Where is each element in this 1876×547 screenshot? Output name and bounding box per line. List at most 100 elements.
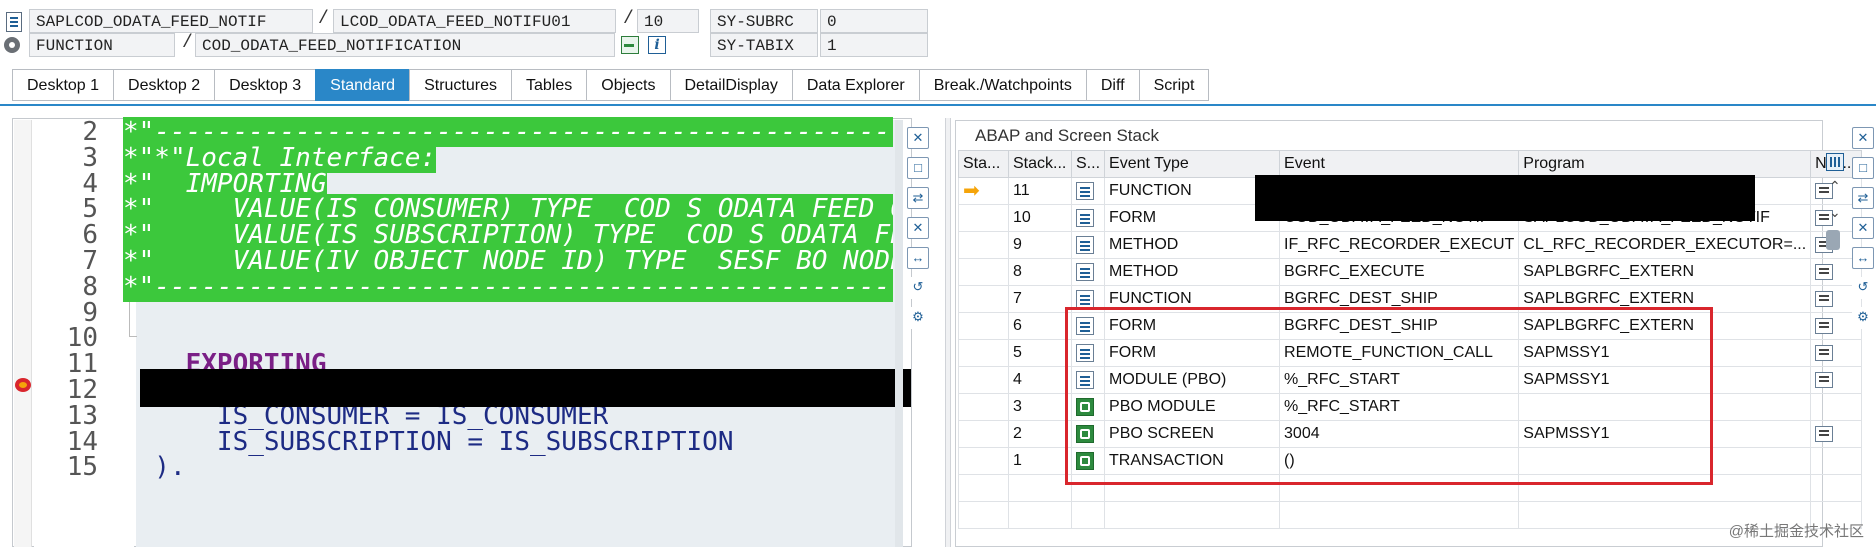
scroll-down-icon[interactable]: ⌄: [1829, 204, 1841, 221]
close-icon[interactable]: ✕: [1852, 127, 1874, 149]
tab-diff[interactable]: Diff: [1085, 69, 1140, 101]
scroll-up-icon[interactable]: ⌃: [1829, 178, 1841, 195]
tool-change-icon[interactable]: ↺: [907, 277, 929, 299]
new-window-icon[interactable]: □: [907, 157, 929, 179]
current-marker-cell: [958, 258, 1009, 286]
tab-standard[interactable]: Standard: [315, 69, 411, 101]
event-name-field[interactable]: COD_ODATA_FEED_NOTIFICATION: [195, 33, 615, 57]
stack-nav-cell: [1810, 393, 1863, 421]
tab-data-explorer[interactable]: Data Explorer: [791, 69, 920, 101]
current-marker-cell: [958, 420, 1009, 448]
navigate-icon[interactable]: [1815, 425, 1834, 442]
breakpoint-icon[interactable]: [15, 378, 31, 392]
path-separator: /: [623, 9, 634, 29]
stack-type[interactable]: FORM: [1104, 204, 1281, 232]
watermark: @稀土掘金技术社区: [1728, 523, 1864, 540]
current-marker-cell: ➡: [958, 177, 1009, 205]
new-window-icon[interactable]: □: [1852, 157, 1874, 179]
sysvar-value-2[interactable]: 1: [820, 33, 928, 57]
stack-toolbar: ✕ □ ⇄ ✕ ↔ ↺ ⚙: [1847, 127, 1876, 337]
column-header[interactable]: Stack...: [1008, 150, 1072, 178]
stack-type-icon-cell: [1070, 231, 1106, 259]
empty-cell: [1070, 501, 1106, 529]
source-code-icon: [1076, 262, 1094, 281]
navigate-icon[interactable]: [1815, 263, 1834, 280]
navigate-icon[interactable]: [1815, 290, 1834, 307]
tool-change-icon[interactable]: ↺: [1852, 277, 1874, 299]
close-icon[interactable]: ✕: [907, 127, 929, 149]
stack-nav-cell: [1810, 339, 1863, 367]
current-marker-cell: [958, 204, 1009, 232]
stack-type-icon-cell: [1070, 258, 1106, 286]
stack-depth: 3: [1008, 393, 1072, 421]
info-icon[interactable]: i: [648, 36, 666, 54]
tab-detaildisplay[interactable]: DetailDisplay: [669, 69, 793, 101]
stack-depth[interactable]: 8: [1008, 258, 1072, 286]
tab-desktop-3[interactable]: Desktop 3: [214, 69, 317, 101]
line-field[interactable]: 10: [637, 9, 699, 33]
stack-depth[interactable]: 6: [1008, 312, 1072, 340]
delete-tool-icon[interactable]: ✕: [907, 217, 929, 239]
swap-tool-icon[interactable]: ⇄: [907, 187, 929, 209]
event-type-field[interactable]: FUNCTION: [29, 33, 175, 57]
tab-break-watchpoints[interactable]: Break./Watchpoints: [918, 69, 1087, 101]
stack-event[interactable]: BGRFC_EXECUTE: [1279, 258, 1520, 286]
code-line: IS_SUBSCRIPTION = IS_SUBSCRIPTION: [123, 426, 734, 457]
current-marker-cell: [958, 447, 1009, 475]
tab-tables[interactable]: Tables: [511, 69, 588, 101]
stack-program[interactable]: SAPLBGRFC_EXTERN: [1518, 258, 1812, 286]
empty-cell: [1104, 501, 1281, 529]
current-marker-cell: [958, 285, 1009, 313]
sysvar-name-2: SY-TABIX: [710, 33, 818, 57]
current-marker-cell: [958, 312, 1009, 340]
scrollbar-thumb[interactable]: [1826, 230, 1840, 250]
navigate-icon[interactable]: [1815, 371, 1834, 388]
column-header[interactable]: Event: [1279, 150, 1520, 178]
path-separator: /: [318, 9, 329, 29]
navigate-icon[interactable]: [1815, 344, 1834, 361]
current-marker-cell: [958, 231, 1009, 259]
settings-tool-icon[interactable]: ⚙: [907, 307, 929, 329]
maximize-icon[interactable]: ↔: [1852, 247, 1874, 269]
column-header[interactable]: S...: [1070, 150, 1106, 178]
delete-tool-icon[interactable]: ✕: [1852, 217, 1874, 239]
current-marker-cell: [958, 393, 1009, 421]
goto-source-icon[interactable]: [621, 36, 639, 54]
sysvar-name-1: SY-SUBRC: [710, 9, 818, 33]
stack-panel-title: ABAP and Screen Stack: [975, 126, 1159, 145]
swap-tool-icon[interactable]: ⇄: [1852, 187, 1874, 209]
tab-script[interactable]: Script: [1138, 69, 1210, 101]
stack-event[interactable]: IF_RFC_RECORDER_EXECUT: [1279, 231, 1520, 259]
empty-cell: [1279, 501, 1520, 529]
stack-depth[interactable]: 7: [1008, 285, 1072, 313]
column-header[interactable]: Event Type: [1104, 150, 1281, 178]
navigate-icon[interactable]: [1815, 317, 1834, 334]
include-field[interactable]: LCOD_ODATA_FEED_NOTIFU01: [333, 9, 616, 33]
stack-row[interactable]: 8 METHOD BGRFC_EXECUTE SAPLBGRFC_EXTERN: [958, 258, 1863, 286]
tab-structures[interactable]: Structures: [409, 69, 512, 101]
settings-tool-icon[interactable]: ⚙: [1852, 307, 1874, 329]
breakpoint-gutter[interactable]: [14, 120, 32, 547]
stack-type[interactable]: METHOD: [1104, 231, 1281, 259]
program-field[interactable]: SAPLCOD_ODATA_FEED_NOTIF: [29, 9, 313, 33]
stack-depth[interactable]: 10: [1008, 204, 1072, 232]
stack-row[interactable]: 9 METHOD IF_RFC_RECORDER_EXECUT CL_RFC_RECO…: [958, 231, 1863, 259]
stack-program[interactable]: CL_RFC_RECORDER_EXECUTOR=...: [1518, 231, 1812, 259]
tab-desktop-2[interactable]: Desktop 2: [113, 69, 216, 101]
sysvar-value-1[interactable]: 0: [820, 9, 928, 33]
tab-desktop-1[interactable]: Desktop 1: [12, 69, 115, 101]
gear-icon: [4, 37, 20, 53]
empty-row: [958, 501, 1863, 529]
stack-type-icon-cell: [1070, 177, 1106, 205]
stack-depth[interactable]: 5: [1008, 339, 1072, 367]
stack-depth[interactable]: 9: [1008, 231, 1072, 259]
column-header[interactable]: Program: [1518, 150, 1812, 178]
stack-type[interactable]: METHOD: [1104, 258, 1281, 286]
annotation-box: [1065, 307, 1713, 485]
tab-objects[interactable]: Objects: [586, 69, 671, 101]
stack-depth[interactable]: 4: [1008, 366, 1072, 394]
column-header[interactable]: Sta...: [958, 150, 1009, 178]
column-settings-icon[interactable]: [1826, 153, 1844, 171]
maximize-icon[interactable]: ↔: [907, 247, 929, 269]
empty-cell: [958, 501, 1009, 529]
